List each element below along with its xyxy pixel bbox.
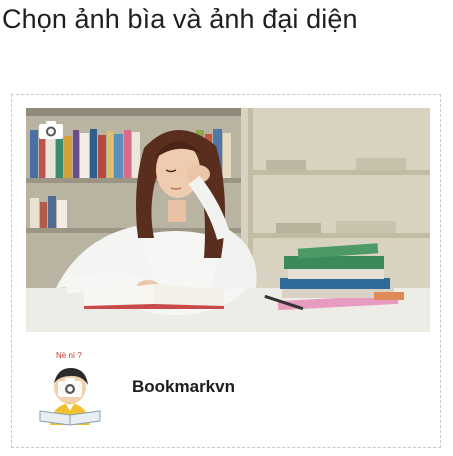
profile-name: Bookmarkvn [132, 377, 235, 396]
cover-photo[interactable] [26, 108, 430, 332]
profile-row: Nè ní ? Bookmarkvn [36, 349, 416, 429]
avatar-image [39, 367, 101, 426]
avatar-caption: Nè ní ? [56, 351, 82, 360]
page-title: Chọn ảnh bìa và ảnh đại diện [2, 4, 358, 34]
change-cover-button[interactable] [38, 120, 64, 140]
camera-icon [39, 121, 63, 139]
cover-photo-image [26, 108, 430, 332]
cover-and-avatar-card: Nè ní ? Bookmarkvn [11, 94, 441, 448]
avatar[interactable]: Nè ní ? [36, 349, 108, 429]
